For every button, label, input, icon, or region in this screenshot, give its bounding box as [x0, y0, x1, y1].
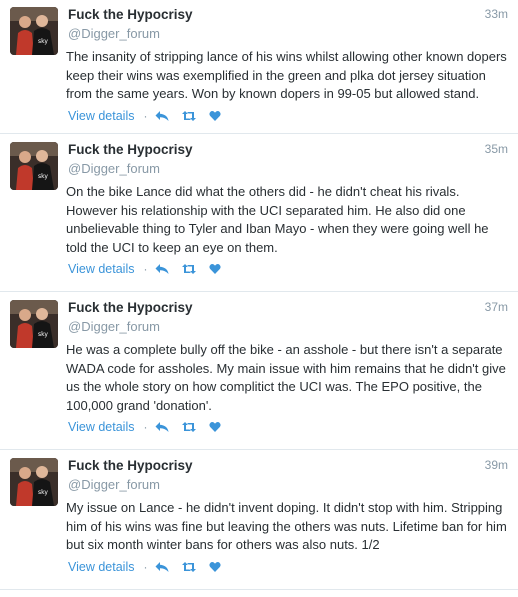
svg-text:sky: sky: [38, 489, 48, 496]
tweet-timestamp[interactable]: 37m: [485, 300, 508, 314]
tweet-screenname[interactable]: @Digger_forum: [68, 319, 160, 334]
reply-icon[interactable]: [155, 561, 169, 573]
tweet-screenname[interactable]: @Digger_forum: [68, 26, 160, 41]
tweet-fullname[interactable]: Fuck the Hypocrisy: [68, 7, 193, 22]
view-details-link[interactable]: View details: [68, 109, 134, 123]
separator-dot: ·: [143, 262, 148, 276]
tweet-text: He was a complete bully off the bike - a…: [66, 342, 506, 413]
tweet-fullname[interactable]: Fuck the Hypocrisy: [68, 142, 193, 157]
svg-text:sky: sky: [38, 331, 48, 338]
avatar[interactable]: sky: [10, 142, 58, 190]
retweet-icon[interactable]: [182, 421, 197, 433]
tweet[interactable]: sky Fuck the Hypocrisy @Digger_forum 39m…: [0, 450, 518, 590]
heart-icon[interactable]: [209, 263, 223, 275]
tweet-timestamp[interactable]: 33m: [485, 7, 508, 21]
view-details-link[interactable]: View details: [68, 420, 134, 434]
tweet-text: My issue on Lance - he didn't invent dop…: [66, 500, 507, 552]
reply-icon[interactable]: [155, 421, 169, 433]
separator-dot: ·: [143, 420, 148, 434]
tweet-actions: View details ·: [68, 257, 508, 288]
svg-text:sky: sky: [38, 38, 48, 45]
retweet-icon[interactable]: [182, 561, 197, 573]
tweet-fullname[interactable]: Fuck the Hypocrisy: [68, 300, 193, 315]
tweet-screenname[interactable]: @Digger_forum: [68, 161, 160, 176]
svg-text:sky: sky: [38, 173, 48, 180]
tweet-fullname[interactable]: Fuck the Hypocrisy: [68, 458, 193, 473]
tweet[interactable]: sky Fuck the Hypocrisy @Digger_forum 33m…: [0, 0, 518, 134]
retweet-icon[interactable]: [182, 110, 197, 122]
tweet-timeline: sky Fuck the Hypocrisy @Digger_forum 33m…: [0, 0, 518, 590]
avatar[interactable]: sky: [10, 300, 58, 348]
tweet-actions: View details ·: [68, 555, 508, 586]
heart-icon[interactable]: [209, 561, 223, 573]
separator-dot: ·: [143, 559, 148, 574]
view-details-link[interactable]: View details: [68, 560, 134, 574]
separator-dot: ·: [143, 108, 148, 123]
tweet-screenname[interactable]: @Digger_forum: [68, 477, 160, 492]
heart-icon[interactable]: [209, 421, 223, 433]
tweet-timestamp[interactable]: 35m: [485, 142, 508, 156]
tweet-actions: View details ·: [68, 415, 508, 446]
tweet-actions: View details ·: [68, 104, 508, 135]
retweet-icon[interactable]: [182, 263, 197, 275]
tweet[interactable]: sky Fuck the Hypocrisy @Digger_forum 35m…: [0, 134, 518, 292]
tweet-text: On the bike Lance did what the others di…: [66, 184, 489, 255]
tweet-timestamp[interactable]: 39m: [485, 458, 508, 472]
avatar[interactable]: sky: [10, 458, 58, 506]
reply-icon[interactable]: [155, 263, 169, 275]
heart-icon[interactable]: [209, 110, 223, 122]
avatar[interactable]: sky: [10, 7, 58, 55]
tweet[interactable]: sky Fuck the Hypocrisy @Digger_forum 37m…: [0, 292, 518, 450]
reply-icon[interactable]: [155, 110, 169, 122]
tweet-text: The insanity of stripping lance of his w…: [66, 49, 507, 101]
view-details-link[interactable]: View details: [68, 262, 134, 276]
